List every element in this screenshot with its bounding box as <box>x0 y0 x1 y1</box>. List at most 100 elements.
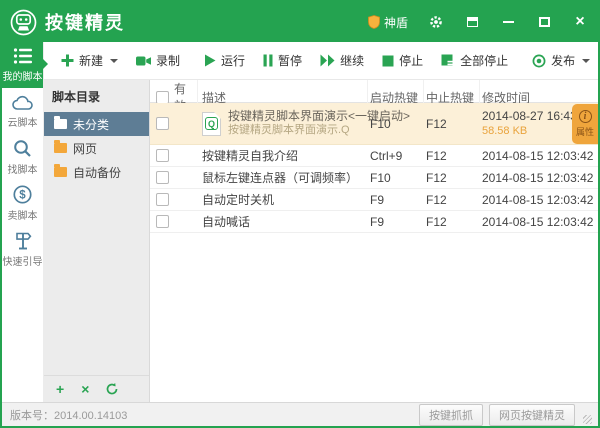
select-all-checkbox[interactable] <box>156 90 169 104</box>
record-button[interactable]: 录制 <box>127 42 189 79</box>
start-hotkey: F9 <box>370 192 385 207</box>
plus-icon <box>61 54 74 67</box>
new-script-button[interactable]: 新建 <box>52 42 127 79</box>
stop-hotkey: F12 <box>426 148 447 163</box>
web-quickmacro-button[interactable]: 网页按键精灵 <box>489 403 575 426</box>
sidebar-item-label: 找脚本 <box>7 164 38 176</box>
directory-actions: + × <box>44 375 149 402</box>
directory-item-uncategorized[interactable]: 未分类 <box>44 112 149 136</box>
row-checkbox[interactable] <box>156 171 169 184</box>
folder-icon <box>54 164 67 177</box>
stop-all-button[interactable]: 全部停止 <box>432 42 517 79</box>
version-label: 版本号：2014.00.14103 <box>10 409 128 422</box>
script-title: 自动定时关机 <box>202 193 275 207</box>
key-grabber-button[interactable]: 按键抓抓 <box>419 403 483 426</box>
user-badge-label: 神盾 <box>383 15 408 30</box>
q-script-file-icon: Q <box>202 111 221 136</box>
script-title: 按键精灵脚本界面演示<一键启动> <box>228 109 411 124</box>
refresh-icon[interactable] <box>106 383 118 395</box>
svg-text:$: $ <box>19 189 26 201</box>
sidebar-item-cloud-scripts[interactable]: 云脚本 <box>2 88 43 134</box>
table-row[interactable]: 自动喊话 F9 F12 2014-08-15 12:03:42 <box>150 211 598 233</box>
sidebar-item-label: 云脚本 <box>7 117 38 129</box>
chevron-down-icon <box>110 58 119 63</box>
add-folder-icon[interactable]: + <box>56 382 64 396</box>
chevron-down-icon <box>582 58 591 63</box>
script-table: 有效 描述 启动热键 中止热键 修改时间 Q <box>150 80 598 402</box>
start-hotkey: F10 <box>370 170 391 185</box>
row-checkbox[interactable] <box>156 117 169 130</box>
guide-icon <box>13 231 33 250</box>
status-bar: 版本号：2014.00.14103 按键抓抓 网页按键精灵 <box>2 402 598 426</box>
sidebar-item-label: 我的脚本 <box>2 72 43 83</box>
properties-tab[interactable]: i 属性 <box>572 104 598 144</box>
script-title: 按键精灵自我介绍 <box>202 149 299 163</box>
toolbar: 新建 录制 运行 暂停 继续 停止 全部停止 发布 <box>44 42 598 80</box>
titlebar: 按键精灵 神盾 × <box>2 2 598 42</box>
my-scripts-icon <box>13 47 33 65</box>
publish-button[interactable]: 发布 <box>523 42 598 79</box>
fast-forward-icon <box>320 54 335 67</box>
stop-hotkey: F12 <box>426 170 447 185</box>
cloud-icon <box>11 94 34 111</box>
pause-button[interactable]: 暂停 <box>254 42 311 79</box>
script-title: 鼠标左键连点器（可调频率） <box>202 171 359 185</box>
settings-gear-icon[interactable] <box>428 14 444 30</box>
sidebar-item-label: 快速引导 <box>2 256 43 268</box>
properties-label: 属性 <box>575 127 594 137</box>
directory-title: 脚本目录 <box>52 90 101 104</box>
row-checkbox[interactable] <box>156 193 169 206</box>
table-header: 有效 描述 启动热键 中止热键 修改时间 <box>150 80 598 114</box>
sidebar-item-label: 卖脚本 <box>7 210 38 222</box>
start-hotkey: F9 <box>370 214 385 229</box>
modified-time: 2014-08-15 12:03:42 <box>482 148 594 163</box>
close-icon[interactable]: × <box>572 14 588 30</box>
folder-icon <box>54 116 67 129</box>
dollar-icon: $ <box>13 184 32 204</box>
table-row[interactable]: 按键精灵自我介绍 Ctrl+9 F12 2014-08-15 12:03:42 <box>150 145 598 167</box>
run-button[interactable]: 运行 <box>195 42 254 79</box>
stop-icon <box>382 55 394 67</box>
folder-icon <box>54 140 67 153</box>
table-row[interactable]: 鼠标左键连点器（可调频率） F10 F12 2014-08-15 12:03:4… <box>150 167 598 189</box>
resize-grip[interactable] <box>583 415 592 424</box>
user-badge[interactable]: 神盾 <box>368 14 408 31</box>
modified-time: 2014-08-15 12:03:42 <box>482 170 594 185</box>
camera-icon <box>136 55 152 67</box>
directory-item-label: 未分类 <box>73 117 110 132</box>
sidebar-item-my-scripts[interactable]: 我的脚本 <box>2 42 48 88</box>
stop-all-icon <box>441 54 455 67</box>
script-title: 自动喊话 <box>202 215 251 229</box>
directory-item-label: 自动备份 <box>73 165 122 180</box>
sidebar-item-quick-guide[interactable]: 快速引导 <box>2 226 43 272</box>
app-title: 按键精灵 <box>45 13 125 33</box>
sidebar: 我的脚本 云脚本 找脚本 $ 卖脚本 快速引导 <box>2 42 48 402</box>
pause-icon <box>263 54 273 67</box>
publish-icon <box>532 54 546 68</box>
directory-item-web[interactable]: 网页 <box>44 136 149 160</box>
shield-icon <box>368 15 380 29</box>
table-row[interactable]: 自动定时关机 F9 F12 2014-08-15 12:03:42 <box>150 189 598 211</box>
sidebar-item-find-scripts[interactable]: 找脚本 <box>2 134 43 180</box>
directory-item-label: 网页 <box>73 141 98 156</box>
search-icon <box>13 139 32 158</box>
table-row[interactable]: Q 按键精灵脚本界面演示<一键启动> 按键精灵脚本界面演示.Q F10 F12 … <box>150 103 598 145</box>
script-filename: 按键精灵脚本界面演示.Q <box>228 124 350 137</box>
delete-folder-icon[interactable]: × <box>81 382 89 396</box>
skin-icon[interactable] <box>464 14 480 30</box>
row-checkbox[interactable] <box>156 215 169 228</box>
start-hotkey: Ctrl+9 <box>370 148 403 163</box>
start-hotkey: F10 <box>370 116 391 131</box>
modified-time: 2014-08-15 12:03:42 <box>482 214 594 229</box>
resume-button[interactable]: 继续 <box>311 42 373 79</box>
row-checkbox[interactable] <box>156 149 169 162</box>
app-logo-robot-icon <box>10 9 37 36</box>
directory-item-auto-backup[interactable]: 自动备份 <box>44 160 149 184</box>
minimize-icon[interactable] <box>500 14 516 30</box>
maximize-icon[interactable] <box>536 14 552 30</box>
stop-button[interactable]: 停止 <box>373 42 432 79</box>
modified-time: 2014-08-15 12:03:42 <box>482 192 594 207</box>
sidebar-item-sell-scripts[interactable]: $ 卖脚本 <box>2 180 43 226</box>
play-icon <box>204 54 216 67</box>
info-icon: i <box>578 110 592 123</box>
